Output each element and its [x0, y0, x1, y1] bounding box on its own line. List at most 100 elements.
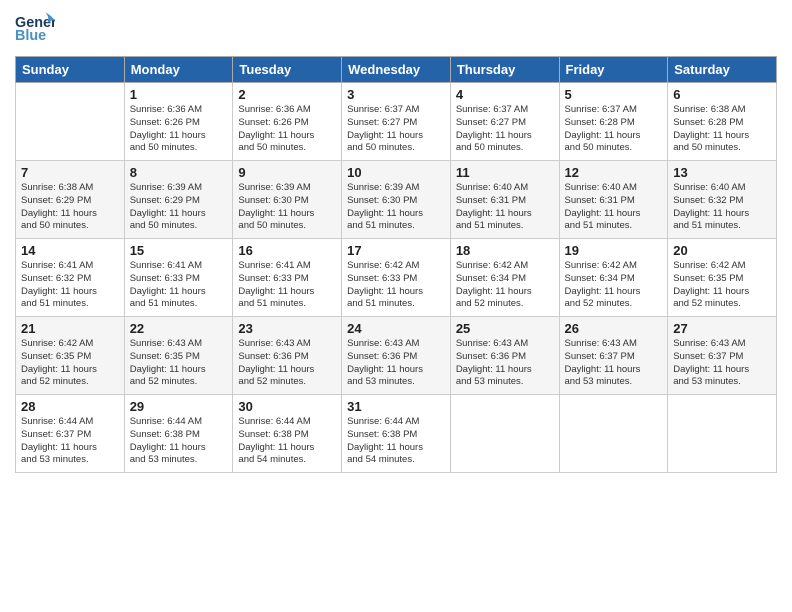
day-cell: 7Sunrise: 6:38 AM Sunset: 6:29 PM Daylig…	[16, 161, 125, 239]
day-number: 13	[673, 165, 771, 180]
day-number: 9	[238, 165, 336, 180]
logo-icon: General Blue	[15, 10, 55, 48]
day-cell: 12 Sunrise: 6:40 AM Sunset: 6:31 PM Dayli…	[559, 161, 668, 239]
day-number: 2	[238, 87, 336, 102]
day-info: Sunrise: 6:43 AM Sunset: 6:37 PM Dayligh…	[565, 338, 663, 389]
day-cell: 23 Sunrise: 6:43 AM Sunset: 6:36 PM Dayli…	[233, 317, 342, 395]
day-info: Sunrise: 6:43 AM Sunset: 6:35 PM Dayligh…	[130, 338, 228, 389]
day-cell	[668, 395, 777, 473]
day-info: Sunrise: 6:41 AM Sunset: 6:33 PM Dayligh…	[130, 260, 228, 311]
day-info: Sunrise: 6:37 AM Sunset: 6:27 PM Dayligh…	[347, 104, 445, 155]
day-cell: 1 Sunrise: 6:36 AM Sunset: 6:26 PM Daylig…	[124, 83, 233, 161]
day-info: Sunrise: 6:43 AM Sunset: 6:37 PM Dayligh…	[673, 338, 771, 389]
day-cell: 24 Sunrise: 6:43 AM Sunset: 6:36 PM Dayli…	[342, 317, 451, 395]
day-info: Sunrise: 6:36 AM Sunset: 6:26 PM Dayligh…	[238, 104, 336, 155]
calendar-header-row: SundayMondayTuesdayWednesdayThursdayFrid…	[16, 57, 777, 83]
day-cell: 15Sunrise: 6:41 AM Sunset: 6:33 PM Dayli…	[124, 239, 233, 317]
day-cell: 5 Sunrise: 6:37 AM Sunset: 6:28 PM Daylig…	[559, 83, 668, 161]
day-number: 1	[130, 87, 228, 102]
day-number: 27	[673, 321, 771, 336]
day-number: 26	[565, 321, 663, 336]
day-cell: 31Sunrise: 6:44 AM Sunset: 6:38 PM Dayli…	[342, 395, 451, 473]
day-info: Sunrise: 6:36 AM Sunset: 6:26 PM Dayligh…	[130, 104, 228, 155]
day-number: 7	[21, 165, 119, 180]
calendar-table: SundayMondayTuesdayWednesdayThursdayFrid…	[15, 56, 777, 473]
day-info: Sunrise: 6:44 AM Sunset: 6:38 PM Dayligh…	[238, 416, 336, 467]
day-cell: 30 Sunrise: 6:44 AM Sunset: 6:38 PM Dayli…	[233, 395, 342, 473]
day-number: 22	[130, 321, 228, 336]
day-cell: 13 Sunrise: 6:40 AM Sunset: 6:32 PM Dayli…	[668, 161, 777, 239]
day-info: Sunrise: 6:41 AM Sunset: 6:33 PM Dayligh…	[238, 260, 336, 311]
day-number: 30	[238, 399, 336, 414]
day-number: 17	[347, 243, 445, 258]
day-cell: 18 Sunrise: 6:42 AM Sunset: 6:34 PM Dayli…	[450, 239, 559, 317]
day-number: 24	[347, 321, 445, 336]
day-number: 23	[238, 321, 336, 336]
day-info: Sunrise: 6:40 AM Sunset: 6:32 PM Dayligh…	[673, 182, 771, 233]
day-number: 12	[565, 165, 663, 180]
column-header-friday: Friday	[559, 57, 668, 83]
day-number: 8	[130, 165, 228, 180]
day-number: 11	[456, 165, 554, 180]
day-info: Sunrise: 6:38 AM Sunset: 6:28 PM Dayligh…	[673, 104, 771, 155]
day-info: Sunrise: 6:44 AM Sunset: 6:37 PM Dayligh…	[21, 416, 119, 467]
svg-text:Blue: Blue	[15, 28, 46, 44]
day-cell: 26 Sunrise: 6:43 AM Sunset: 6:37 PM Dayli…	[559, 317, 668, 395]
day-cell: 17 Sunrise: 6:42 AM Sunset: 6:33 PM Dayli…	[342, 239, 451, 317]
day-cell: 2 Sunrise: 6:36 AM Sunset: 6:26 PM Daylig…	[233, 83, 342, 161]
day-number: 20	[673, 243, 771, 258]
day-number: 18	[456, 243, 554, 258]
day-number: 21	[21, 321, 119, 336]
day-cell: 14Sunrise: 6:41 AM Sunset: 6:32 PM Dayli…	[16, 239, 125, 317]
day-cell: 29 Sunrise: 6:44 AM Sunset: 6:38 PM Dayli…	[124, 395, 233, 473]
week-row-3: 14Sunrise: 6:41 AM Sunset: 6:32 PM Dayli…	[16, 239, 777, 317]
day-cell: 20 Sunrise: 6:42 AM Sunset: 6:35 PM Dayli…	[668, 239, 777, 317]
day-cell: 4Sunrise: 6:37 AM Sunset: 6:27 PM Daylig…	[450, 83, 559, 161]
day-info: Sunrise: 6:43 AM Sunset: 6:36 PM Dayligh…	[347, 338, 445, 389]
day-info: Sunrise: 6:39 AM Sunset: 6:30 PM Dayligh…	[347, 182, 445, 233]
day-number: 19	[565, 243, 663, 258]
day-info: Sunrise: 6:37 AM Sunset: 6:28 PM Dayligh…	[565, 104, 663, 155]
day-cell: 22 Sunrise: 6:43 AM Sunset: 6:35 PM Dayli…	[124, 317, 233, 395]
column-header-saturday: Saturday	[668, 57, 777, 83]
page-header: General Blue	[15, 10, 777, 48]
day-info: Sunrise: 6:44 AM Sunset: 6:38 PM Dayligh…	[130, 416, 228, 467]
day-info: Sunrise: 6:39 AM Sunset: 6:30 PM Dayligh…	[238, 182, 336, 233]
day-info: Sunrise: 6:40 AM Sunset: 6:31 PM Dayligh…	[456, 182, 554, 233]
day-cell	[559, 395, 668, 473]
day-number: 29	[130, 399, 228, 414]
day-cell: 9 Sunrise: 6:39 AM Sunset: 6:30 PM Daylig…	[233, 161, 342, 239]
day-info: Sunrise: 6:39 AM Sunset: 6:29 PM Dayligh…	[130, 182, 228, 233]
day-info: Sunrise: 6:42 AM Sunset: 6:35 PM Dayligh…	[21, 338, 119, 389]
day-cell: 11 Sunrise: 6:40 AM Sunset: 6:31 PM Dayli…	[450, 161, 559, 239]
day-cell: 27 Sunrise: 6:43 AM Sunset: 6:37 PM Dayli…	[668, 317, 777, 395]
day-cell: 25 Sunrise: 6:43 AM Sunset: 6:36 PM Dayli…	[450, 317, 559, 395]
day-info: Sunrise: 6:43 AM Sunset: 6:36 PM Dayligh…	[456, 338, 554, 389]
day-cell: 16Sunrise: 6:41 AM Sunset: 6:33 PM Dayli…	[233, 239, 342, 317]
logo: General Blue	[15, 10, 55, 48]
day-info: Sunrise: 6:42 AM Sunset: 6:34 PM Dayligh…	[456, 260, 554, 311]
day-cell	[450, 395, 559, 473]
week-row-4: 21 Sunrise: 6:42 AM Sunset: 6:35 PM Dayli…	[16, 317, 777, 395]
day-number: 5	[565, 87, 663, 102]
day-cell: 28 Sunrise: 6:44 AM Sunset: 6:37 PM Dayli…	[16, 395, 125, 473]
column-header-monday: Monday	[124, 57, 233, 83]
day-number: 28	[21, 399, 119, 414]
day-cell	[16, 83, 125, 161]
day-number: 3	[347, 87, 445, 102]
day-info: Sunrise: 6:42 AM Sunset: 6:33 PM Dayligh…	[347, 260, 445, 311]
day-info: Sunrise: 6:42 AM Sunset: 6:35 PM Dayligh…	[673, 260, 771, 311]
day-cell: 19Sunrise: 6:42 AM Sunset: 6:34 PM Dayli…	[559, 239, 668, 317]
day-info: Sunrise: 6:43 AM Sunset: 6:36 PM Dayligh…	[238, 338, 336, 389]
day-cell: 6Sunrise: 6:38 AM Sunset: 6:28 PM Daylig…	[668, 83, 777, 161]
week-row-1: 1 Sunrise: 6:36 AM Sunset: 6:26 PM Daylig…	[16, 83, 777, 161]
column-header-tuesday: Tuesday	[233, 57, 342, 83]
week-row-2: 7Sunrise: 6:38 AM Sunset: 6:29 PM Daylig…	[16, 161, 777, 239]
week-row-5: 28 Sunrise: 6:44 AM Sunset: 6:37 PM Dayli…	[16, 395, 777, 473]
column-header-sunday: Sunday	[16, 57, 125, 83]
day-number: 4	[456, 87, 554, 102]
day-info: Sunrise: 6:44 AM Sunset: 6:38 PM Dayligh…	[347, 416, 445, 467]
day-info: Sunrise: 6:40 AM Sunset: 6:31 PM Dayligh…	[565, 182, 663, 233]
day-number: 10	[347, 165, 445, 180]
day-number: 25	[456, 321, 554, 336]
